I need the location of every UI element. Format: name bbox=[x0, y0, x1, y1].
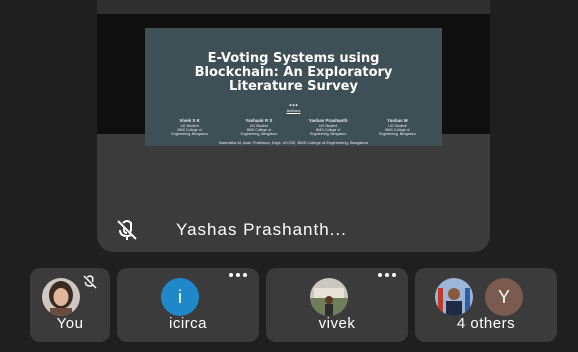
author-line: Engineering, Bengaluru bbox=[240, 132, 278, 136]
slide-dots: ... bbox=[288, 97, 299, 109]
author-line: Engineering, Bengaluru bbox=[309, 132, 347, 136]
slide-title-line: E-Voting Systems using bbox=[207, 51, 380, 66]
participant-label: vivek bbox=[318, 315, 356, 332]
presenter-name: Yashas Prashanth... bbox=[176, 220, 347, 239]
participant-tile-you[interactable]: You bbox=[30, 268, 110, 342]
slide-author: Yashas Prashanth UG Student BMS College … bbox=[296, 118, 360, 136]
stage-top-strip bbox=[97, 0, 490, 14]
slide-authors: Vivek S K UG Student BMS College of Engi… bbox=[145, 114, 442, 136]
participant-label: You bbox=[56, 315, 84, 332]
avatar bbox=[435, 278, 473, 316]
slide-guide: Namratha M, Asst. Professor, Dept. of CS… bbox=[218, 140, 369, 145]
presentation-slide: E-Voting Systems using Blockchain: An Ex… bbox=[145, 28, 442, 146]
participant-label: 4 others bbox=[456, 315, 516, 332]
participant-label: icirca bbox=[168, 315, 207, 332]
slide-title-line: Literature Survey bbox=[229, 79, 358, 94]
author-line: Engineering, Bengaluru bbox=[379, 132, 416, 136]
participant-tile-icirca[interactable]: i icirca bbox=[117, 268, 259, 342]
slide-author: Yashank R S UG Student BMS College of En… bbox=[227, 118, 291, 136]
avatar-letter: i bbox=[178, 286, 182, 307]
slide-author: Yashas M UG Student BMS College of Engin… bbox=[365, 118, 429, 136]
mic-off-icon bbox=[117, 220, 137, 240]
slide-title-line: Blockchain: An Exploratory bbox=[194, 65, 393, 80]
mic-off-icon bbox=[83, 275, 97, 289]
more-options-icon[interactable] bbox=[229, 273, 247, 277]
avatar bbox=[42, 278, 80, 316]
more-options-icon[interactable] bbox=[378, 273, 396, 277]
screen-share-view[interactable]: E-Voting Systems using Blockchain: An Ex… bbox=[97, 14, 490, 146]
author-line: Engineering, Bengaluru bbox=[171, 132, 208, 136]
participant-tile-vivek[interactable]: vivek bbox=[266, 268, 408, 342]
others-avatar-photo bbox=[435, 278, 473, 316]
avatar: Y bbox=[485, 278, 523, 316]
avatar-letter: Y bbox=[497, 286, 510, 307]
avatar: i bbox=[161, 278, 199, 316]
main-stage[interactable]: E-Voting Systems using Blockchain: An Ex… bbox=[97, 0, 490, 252]
vivek-avatar-photo bbox=[310, 278, 348, 316]
you-avatar-photo bbox=[42, 278, 80, 316]
avatar bbox=[310, 278, 348, 316]
slide-title: E-Voting Systems using Blockchain: An Ex… bbox=[145, 52, 442, 94]
participant-tile-others[interactable]: Y 4 others bbox=[415, 268, 557, 342]
slide-author: Vivek S K UG Student BMS College of Engi… bbox=[158, 118, 222, 136]
